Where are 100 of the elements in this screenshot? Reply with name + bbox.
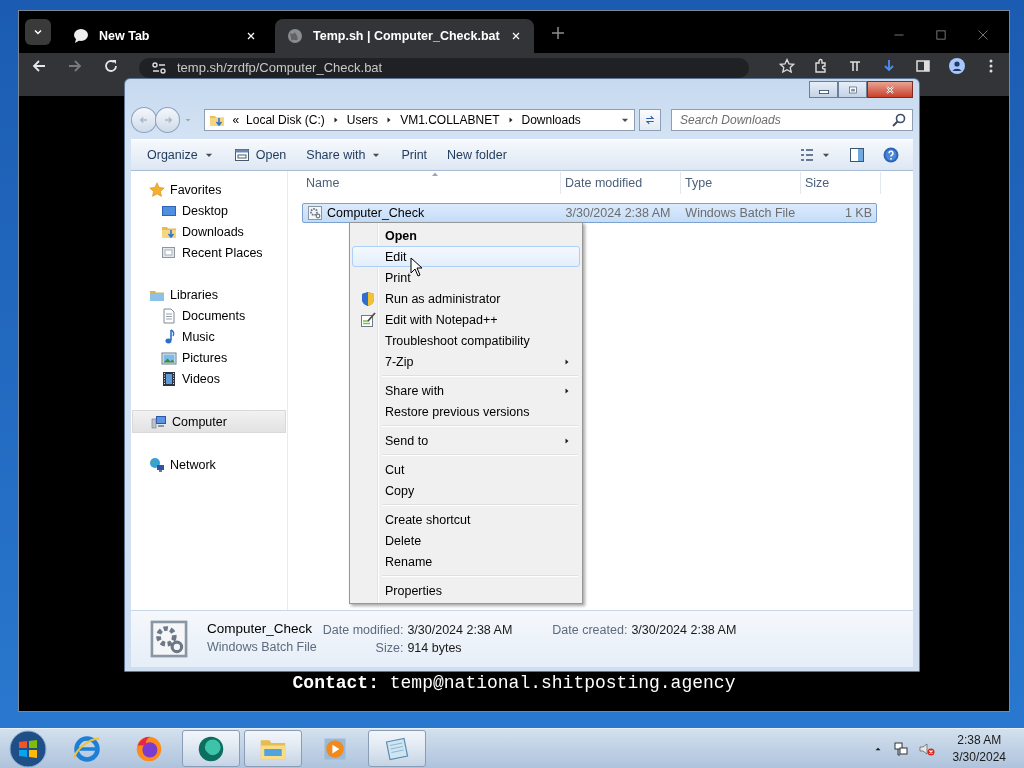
- date-modified: 3/30/2024 2:38 AM: [564, 206, 672, 220]
- nav-item[interactable]: Favorites: [131, 179, 287, 200]
- browser-tab[interactable]: Temp.sh | Computer_Check.bat: [275, 19, 534, 53]
- menu-item[interactable]: Open: [352, 225, 580, 246]
- url-text: temp.sh/zrdfp/Computer_Check.bat: [177, 61, 383, 75]
- nav-item[interactable]: Computer: [132, 410, 286, 433]
- forward-icon[interactable]: [67, 58, 83, 74]
- toolbar-button[interactable]: Print: [393, 143, 436, 167]
- extension-icon[interactable]: [847, 58, 863, 74]
- menu-item[interactable]: Rename: [352, 551, 580, 572]
- refresh-button[interactable]: [639, 108, 661, 131]
- extensions-icon[interactable]: [813, 58, 829, 74]
- shield-icon: [360, 290, 376, 307]
- muted-speaker-icon[interactable]: [918, 740, 935, 757]
- menu-item[interactable]: Create shortcut: [352, 509, 580, 530]
- taskbar-app[interactable]: [368, 730, 426, 767]
- nav-item[interactable]: Downloads: [131, 221, 287, 242]
- batch-file-icon: [148, 618, 190, 660]
- nav-item[interactable]: Pictures: [131, 347, 287, 368]
- new-tab-icon[interactable]: [549, 25, 566, 41]
- nav-item[interactable]: Documents: [131, 305, 287, 326]
- minimize-button[interactable]: [809, 81, 838, 98]
- nav-item[interactable]: Videos: [131, 368, 287, 389]
- menu-item[interactable]: Properties: [352, 580, 580, 601]
- reload-icon[interactable]: [103, 58, 119, 74]
- file-type: Windows Batch File: [207, 640, 317, 654]
- menu-item[interactable]: Delete: [352, 530, 580, 551]
- nav-item[interactable]: Desktop: [131, 200, 287, 221]
- network-icon[interactable]: [892, 740, 909, 757]
- arrow-icon[interactable]: [331, 115, 340, 124]
- menu-item[interactable]: Restore previous versions: [352, 401, 580, 422]
- clock-date[interactable]: 3/30/2024: [952, 750, 1006, 764]
- file-type: Windows Batch File: [684, 206, 797, 220]
- menu-item[interactable]: Print: [352, 267, 580, 288]
- back-icon[interactable]: [31, 58, 47, 74]
- window-icon: [233, 147, 250, 163]
- computer-icon: [151, 413, 167, 430]
- menu-item[interactable]: Copy: [352, 480, 580, 501]
- detail-value: 3/30/2024 2:38 AM: [631, 623, 737, 637]
- breadcrumb-item[interactable]: Downloads: [521, 112, 581, 127]
- nav-item[interactable]: Libraries: [131, 284, 287, 305]
- contact-text: Contact: temp@national.shitposting.agency: [292, 673, 736, 693]
- file-row[interactable]: Computer_Check 3/30/2024 2:38 AM Windows Batch File 1 KB: [302, 203, 877, 223]
- profile-avatar-icon[interactable]: [949, 58, 965, 74]
- menu-item[interactable]: Cut: [352, 459, 580, 480]
- tab-search-button[interactable]: [25, 19, 51, 45]
- site-info-icon[interactable]: [151, 60, 167, 76]
- menu-item[interactable]: Send to: [352, 430, 580, 451]
- toolbar-button[interactable]: New folder: [439, 143, 515, 167]
- tab-title: Temp.sh | Computer_Check.bat: [313, 29, 500, 43]
- preview-pane-icon[interactable]: [849, 147, 865, 163]
- overflow-chevron[interactable]: «: [232, 112, 240, 127]
- start-button[interactable]: [8, 728, 48, 768]
- column-header[interactable]: Name: [302, 172, 561, 194]
- help-icon[interactable]: [883, 147, 899, 163]
- menu-button[interactable]: Share with: [298, 143, 390, 167]
- breadcrumb-item[interactable]: Users: [346, 112, 379, 127]
- breadcrumb-item[interactable]: Local Disk (C:): [246, 112, 325, 127]
- column-header[interactable]: Size: [801, 172, 881, 194]
- star-icon: [149, 181, 165, 198]
- list-view-icon: [799, 147, 815, 163]
- address-bar[interactable]: « Local Disk (C:) Users VM1.COLLABNET Downloads: [204, 108, 636, 131]
- column-header[interactable]: Date modified: [561, 172, 681, 194]
- menu-item[interactable]: Run as administrator: [352, 288, 580, 309]
- browser-tab[interactable]: New Tab: [61, 19, 269, 53]
- toolbar-button[interactable]: Open: [225, 143, 295, 167]
- minimize-icon: [818, 90, 829, 94]
- download-icon[interactable]: [881, 58, 897, 74]
- cursor-icon: [410, 257, 423, 277]
- menu-item[interactable]: Share with: [352, 380, 580, 401]
- window-icon: [161, 244, 177, 261]
- app-icon: [197, 734, 225, 763]
- clock-time[interactable]: 2:38 AM: [957, 733, 1002, 747]
- detail-label: Size:: [374, 641, 404, 655]
- browser-icon: [135, 734, 163, 763]
- menu-item[interactable]: Troubleshoot compatibility: [352, 330, 580, 351]
- menu-button[interactable]: Organize: [139, 143, 222, 167]
- arrow-icon[interactable]: [506, 115, 515, 124]
- close-button[interactable]: [867, 81, 913, 98]
- menu-item[interactable]: Edit with Notepad++: [352, 309, 580, 330]
- nav-item[interactable]: Network: [131, 454, 287, 475]
- film-icon: [161, 370, 177, 387]
- menu-item[interactable]: 7-Zip: [352, 351, 580, 372]
- search-field[interactable]: Search Downloads: [671, 108, 913, 131]
- bookmark-star-icon[interactable]: [779, 58, 795, 74]
- taskbar-app[interactable]: [182, 730, 240, 767]
- nav-item[interactable]: Recent Places: [131, 242, 287, 263]
- menu-item[interactable]: Edit: [352, 246, 580, 267]
- nav-item[interactable]: Music: [131, 326, 287, 347]
- search-icon[interactable]: [891, 111, 907, 128]
- breadcrumb-item[interactable]: VM1.COLLABNET: [400, 112, 500, 127]
- maximize-icon: [846, 83, 859, 96]
- address-bar[interactable]: temp.sh/zrdfp/Computer_Check.bat: [139, 58, 749, 78]
- tab-title: New Tab: [99, 29, 151, 43]
- file-name: Computer_Check: [207, 621, 314, 636]
- column-header[interactable]: Type: [681, 172, 801, 194]
- side-panel-icon[interactable]: [915, 58, 931, 74]
- maximize-button[interactable]: [838, 81, 867, 98]
- close-icon: [884, 83, 896, 96]
- close-icon[interactable]: [245, 30, 257, 42]
